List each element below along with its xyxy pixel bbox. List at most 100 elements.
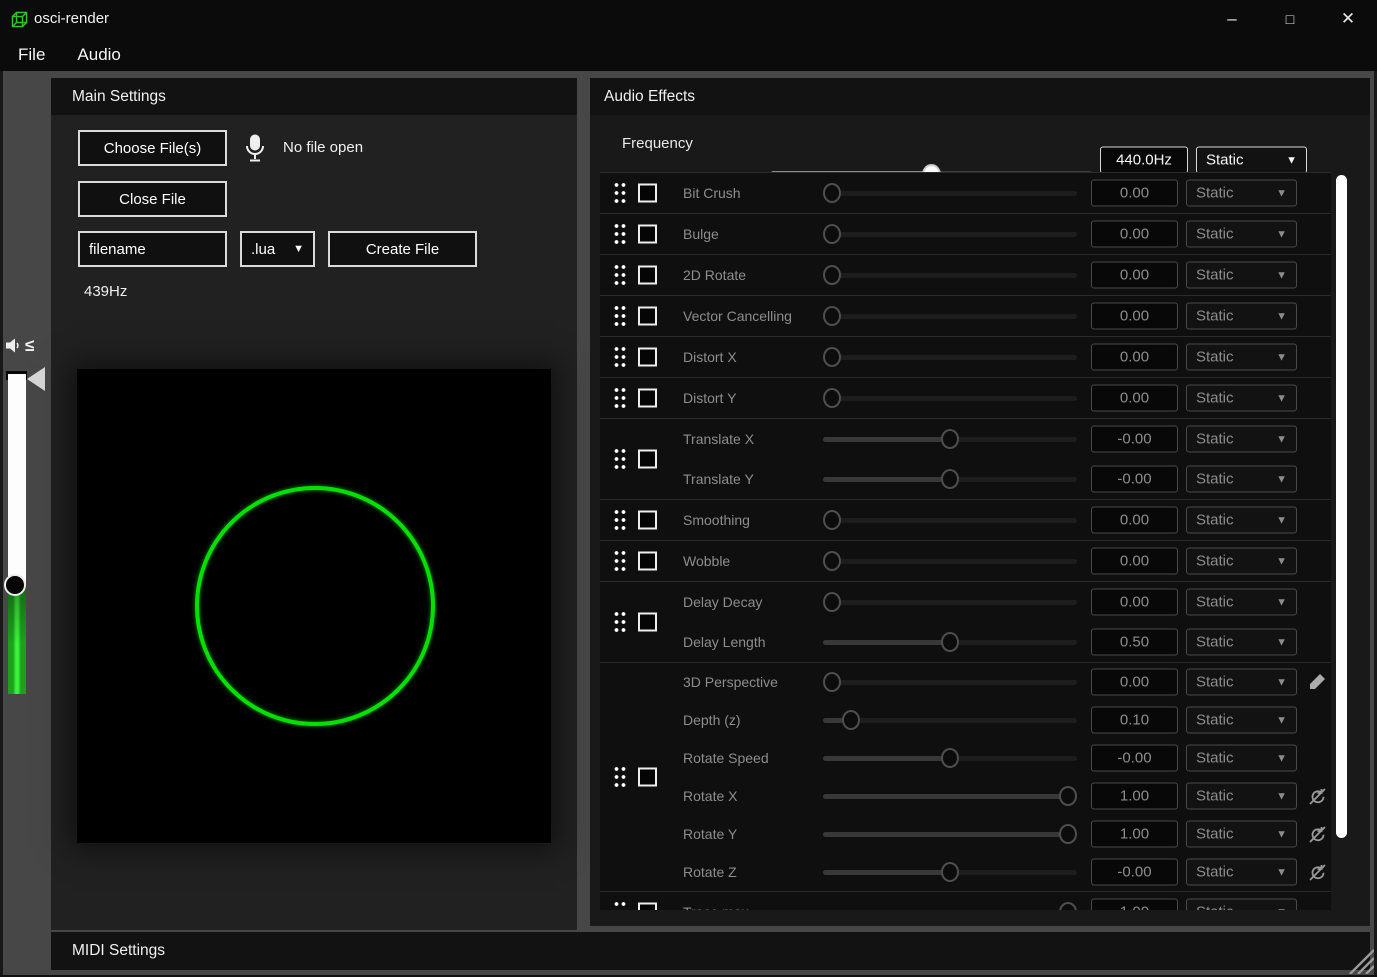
effect-slider[interactable]: [823, 388, 1077, 408]
create-file-button[interactable]: Create File: [328, 231, 477, 267]
close-file-button[interactable]: Close File: [78, 181, 227, 217]
effect-value-box[interactable]: 0.50: [1091, 629, 1178, 656]
effect-value-box[interactable]: 0.00: [1091, 589, 1178, 616]
effect-slider[interactable]: [823, 786, 1077, 806]
effect-slider[interactable]: [823, 347, 1077, 367]
effect-mode-dropdown[interactable]: Static▼: [1186, 221, 1297, 248]
effect-slider-thumb[interactable]: [823, 265, 841, 285]
effect-slider[interactable]: [823, 710, 1077, 730]
effect-slider[interactable]: [823, 551, 1077, 571]
spin-animation-icon[interactable]: [1306, 823, 1328, 845]
effect-mode-dropdown[interactable]: Static▼: [1186, 589, 1297, 616]
effect-slider[interactable]: [823, 748, 1077, 768]
effect-mode-dropdown[interactable]: Static▼: [1186, 783, 1297, 810]
effect-slider-thumb[interactable]: [941, 748, 959, 768]
effect-slider[interactable]: [823, 510, 1077, 530]
effect-slider-thumb[interactable]: [941, 862, 959, 882]
effect-mode-dropdown[interactable]: Static▼: [1186, 669, 1297, 696]
effect-value-box[interactable]: -0.00: [1091, 466, 1178, 493]
effect-mode-dropdown[interactable]: Static▼: [1186, 507, 1297, 534]
menu-file[interactable]: File: [4, 45, 59, 65]
effect-mode-dropdown[interactable]: Static▼: [1186, 548, 1297, 575]
volume-slider-thumb[interactable]: [4, 574, 26, 596]
effect-slider-thumb[interactable]: [941, 469, 959, 489]
effect-slider[interactable]: [823, 672, 1077, 692]
maximize-button[interactable]: □: [1261, 0, 1319, 38]
minimize-button[interactable]: –: [1203, 0, 1261, 38]
effect-value-box[interactable]: 1.00: [1091, 783, 1178, 810]
effect-slider[interactable]: [823, 183, 1077, 203]
effect-slider-thumb[interactable]: [1059, 824, 1077, 844]
effect-slider[interactable]: [823, 862, 1077, 882]
effect-slider[interactable]: [823, 592, 1077, 612]
midi-settings-panel[interactable]: MIDI Settings: [51, 932, 1370, 970]
menu-audio[interactable]: Audio: [63, 45, 134, 65]
effect-slider-thumb[interactable]: [823, 224, 841, 244]
close-button[interactable]: ✕: [1319, 0, 1377, 38]
effect-mode-dropdown[interactable]: Static▼: [1186, 821, 1297, 848]
effect-slider-thumb[interactable]: [842, 710, 860, 730]
effect-slider[interactable]: [823, 306, 1077, 326]
frequency-mode-dropdown[interactable]: Static ▼: [1196, 147, 1307, 174]
extension-dropdown[interactable]: .lua ▼: [240, 231, 315, 267]
effect-value-box[interactable]: 0.00: [1091, 507, 1178, 534]
effect-slider-thumb[interactable]: [823, 183, 841, 203]
effect-mode-dropdown[interactable]: Static▼: [1186, 745, 1297, 772]
effect-value-box[interactable]: 0.00: [1091, 385, 1178, 412]
effect-mode-dropdown[interactable]: Static▼: [1186, 344, 1297, 371]
effect-slider-thumb[interactable]: [1059, 902, 1077, 910]
frequency-value-box[interactable]: 440.0Hz: [1100, 147, 1188, 174]
volume-slider[interactable]: [8, 374, 26, 694]
effect-value-box[interactable]: 0.00: [1091, 180, 1178, 207]
edit-script-pencil-icon[interactable]: [1306, 671, 1328, 693]
effect-value-box[interactable]: 1.00: [1091, 821, 1178, 848]
effect-value-box[interactable]: 0.00: [1091, 548, 1178, 575]
effect-mode-dropdown[interactable]: Static▼: [1186, 180, 1297, 207]
effect-mode-dropdown[interactable]: Static▼: [1186, 426, 1297, 453]
effect-value-box[interactable]: -0.00: [1091, 859, 1178, 886]
filename-input[interactable]: filename: [78, 231, 227, 267]
effect-mode-dropdown[interactable]: Static▼: [1186, 629, 1297, 656]
effect-mode-dropdown[interactable]: Static▼: [1186, 262, 1297, 289]
effect-mode-dropdown[interactable]: Static▼: [1186, 385, 1297, 412]
effect-slider-thumb[interactable]: [823, 306, 841, 326]
window-resize-grip[interactable]: [1344, 944, 1374, 974]
effect-slider[interactable]: [823, 902, 1077, 910]
effect-slider-thumb[interactable]: [823, 347, 841, 367]
effect-slider[interactable]: [823, 469, 1077, 489]
effect-value-box[interactable]: 0.00: [1091, 221, 1178, 248]
effect-value-box[interactable]: 0.00: [1091, 262, 1178, 289]
effect-mode-dropdown[interactable]: Static▼: [1186, 303, 1297, 330]
effect-slider-thumb[interactable]: [823, 672, 841, 692]
effect-mode-dropdown[interactable]: Static▼: [1186, 859, 1297, 886]
effect-mode-dropdown[interactable]: Static▼: [1186, 707, 1297, 734]
effect-slider-thumb[interactable]: [823, 388, 841, 408]
effect-slider-thumb[interactable]: [1059, 786, 1077, 806]
effect-mode-dropdown[interactable]: Static▼: [1186, 466, 1297, 493]
effects-scrollbar[interactable]: [1336, 175, 1347, 838]
effect-slider-thumb[interactable]: [823, 510, 841, 530]
effect-value-box[interactable]: -0.00: [1091, 745, 1178, 772]
effect-value-box[interactable]: 0.00: [1091, 303, 1178, 330]
effect-mode-dropdown[interactable]: Static▼: [1186, 899, 1297, 911]
effect-value-box[interactable]: -0.00: [1091, 426, 1178, 453]
effect-value-box[interactable]: 0.00: [1091, 669, 1178, 696]
effect-slider-thumb[interactable]: [823, 551, 841, 571]
effect-slider[interactable]: [823, 429, 1077, 449]
effect-value-box[interactable]: 0.00: [1091, 344, 1178, 371]
effect-value-box[interactable]: 1.00: [1091, 899, 1178, 911]
choose-files-button[interactable]: Choose File(s): [78, 130, 227, 166]
spin-animation-icon[interactable]: [1306, 785, 1328, 807]
effect-slider[interactable]: [823, 632, 1077, 652]
effect-slider[interactable]: [823, 224, 1077, 244]
midi-settings-header[interactable]: MIDI Settings: [51, 932, 1370, 969]
effect-slider[interactable]: [823, 265, 1077, 285]
effect-value-box[interactable]: 0.10: [1091, 707, 1178, 734]
effect-slider-thumb[interactable]: [823, 592, 841, 612]
effect-group-3d-perspective: 3D Perspective 0.00 Static▼ Depth (z) 0.…: [600, 663, 1331, 892]
spin-animation-icon[interactable]: [1306, 861, 1328, 883]
microphone-icon[interactable]: [243, 134, 267, 163]
effect-slider-thumb[interactable]: [941, 429, 959, 449]
effect-slider[interactable]: [823, 824, 1077, 844]
effect-slider-thumb[interactable]: [941, 632, 959, 652]
